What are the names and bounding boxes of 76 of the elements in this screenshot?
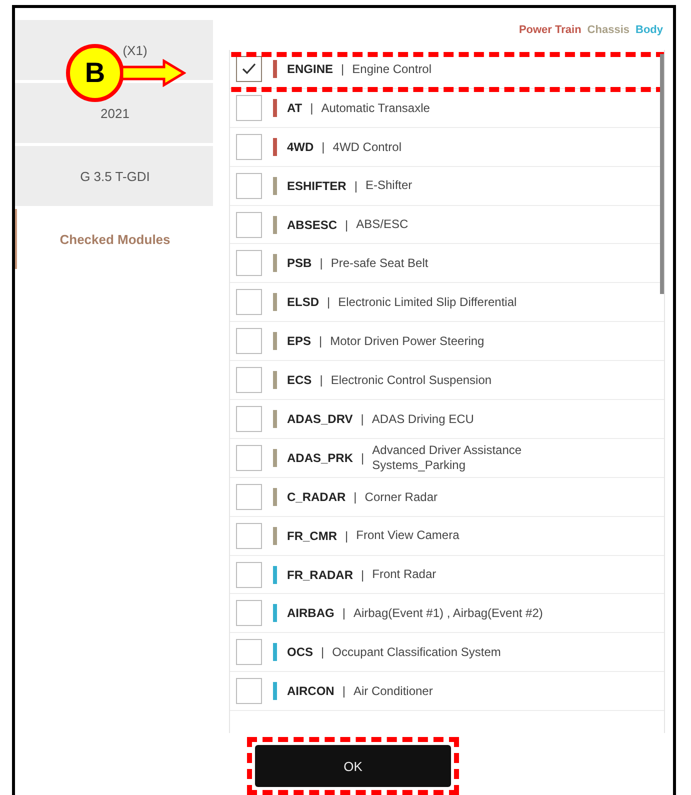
module-code: ADAS_PRK [287,450,354,465]
module-code: FR_RADAR [287,568,353,582]
module-name: ADAS Driving ECU [372,412,474,426]
sidebar-tab[interactable]: G 3.5 T-GDI [15,146,213,206]
module-name: Electronic Limited Slip Differential [338,295,517,310]
check-icon [241,62,257,76]
module-code: FR_CMR [287,528,337,543]
checkbox[interactable] [236,522,262,549]
checkbox[interactable] [236,134,262,160]
legend-label: Body [636,24,663,36]
checkbox[interactable] [236,444,262,471]
checkbox[interactable] [236,678,262,704]
separator: | [354,490,357,504]
module-code: ELSD [287,295,320,310]
module-name: Front View Camera [356,528,460,543]
checkbox[interactable] [236,367,262,394]
separator: | [322,140,325,154]
separator: | [341,62,344,76]
separator: | [321,645,324,660]
ok-button[interactable]: OK [255,745,451,787]
module-code: AIRCON [287,684,334,698]
checkbox[interactable] [236,328,262,354]
module-name: Engine Control [352,62,432,76]
checkbox[interactable] [236,94,262,121]
module-name: Automatic Transaxle [321,100,430,116]
separator: | [342,684,346,698]
module-name: ABS/ESC [356,217,408,232]
separator: | [327,295,330,310]
separator: | [345,218,348,232]
checkbox[interactable] [236,172,262,199]
module-code: ENGINE [287,62,334,76]
checkbox[interactable] [236,562,262,588]
legend-label: Chassis [587,24,630,36]
checkbox[interactable] [236,56,262,82]
module-name: Air Conditioner [353,684,433,698]
module-name: Occupant Classification System [332,645,501,660]
module-code: ECS [287,373,312,388]
separator: | [360,412,364,426]
module-code: OCS [287,645,314,660]
checkbox[interactable] [236,289,262,316]
module-code: AT [287,100,302,115]
separator: | [345,528,348,543]
sidebar-tab[interactable]: 2021 [15,83,213,143]
separator: | [342,606,346,620]
module-code: AIRBAG [287,606,334,620]
module-code: ABSESC [287,218,338,232]
checkbox[interactable] [236,212,262,238]
module-name: Corner Radar [364,490,438,504]
separator: | [354,178,358,193]
module-code: EPS [287,334,312,348]
module-name: Electronic Control Suspension [330,372,492,388]
module-code: ADAS_DRV [287,412,353,426]
module-name: E-Shifter [365,178,412,193]
module-name: 4WD Control [332,140,402,154]
separator: | [310,100,314,115]
separator: | [319,334,322,348]
separator: | [361,568,364,582]
checkbox[interactable] [236,484,262,510]
scrollbar[interactable] [660,54,664,294]
separator: | [320,373,323,388]
module-code: 4WD [287,140,314,154]
legend-label: Power Train [518,24,582,36]
separator: | [320,256,323,270]
module-code: C_RADAR [287,490,346,504]
module-name: Motor Driven Power Steering [330,334,484,348]
module-code: PSB [287,256,312,270]
module-name: Airbag(Event #1) , Airbag(Event #2) [353,606,543,621]
checkbox[interactable] [236,406,262,432]
module-name: Front Radar [372,567,436,582]
checkbox[interactable] [236,250,262,276]
module-name: Advanced Driver Assistance Systems_Parking [372,443,523,472]
module-code: ESHIFTER [287,178,346,193]
checkbox[interactable] [236,600,262,626]
checkbox[interactable] [236,639,262,666]
module-name: Pre-safe Seat Belt [330,256,428,271]
separator: | [361,450,364,465]
